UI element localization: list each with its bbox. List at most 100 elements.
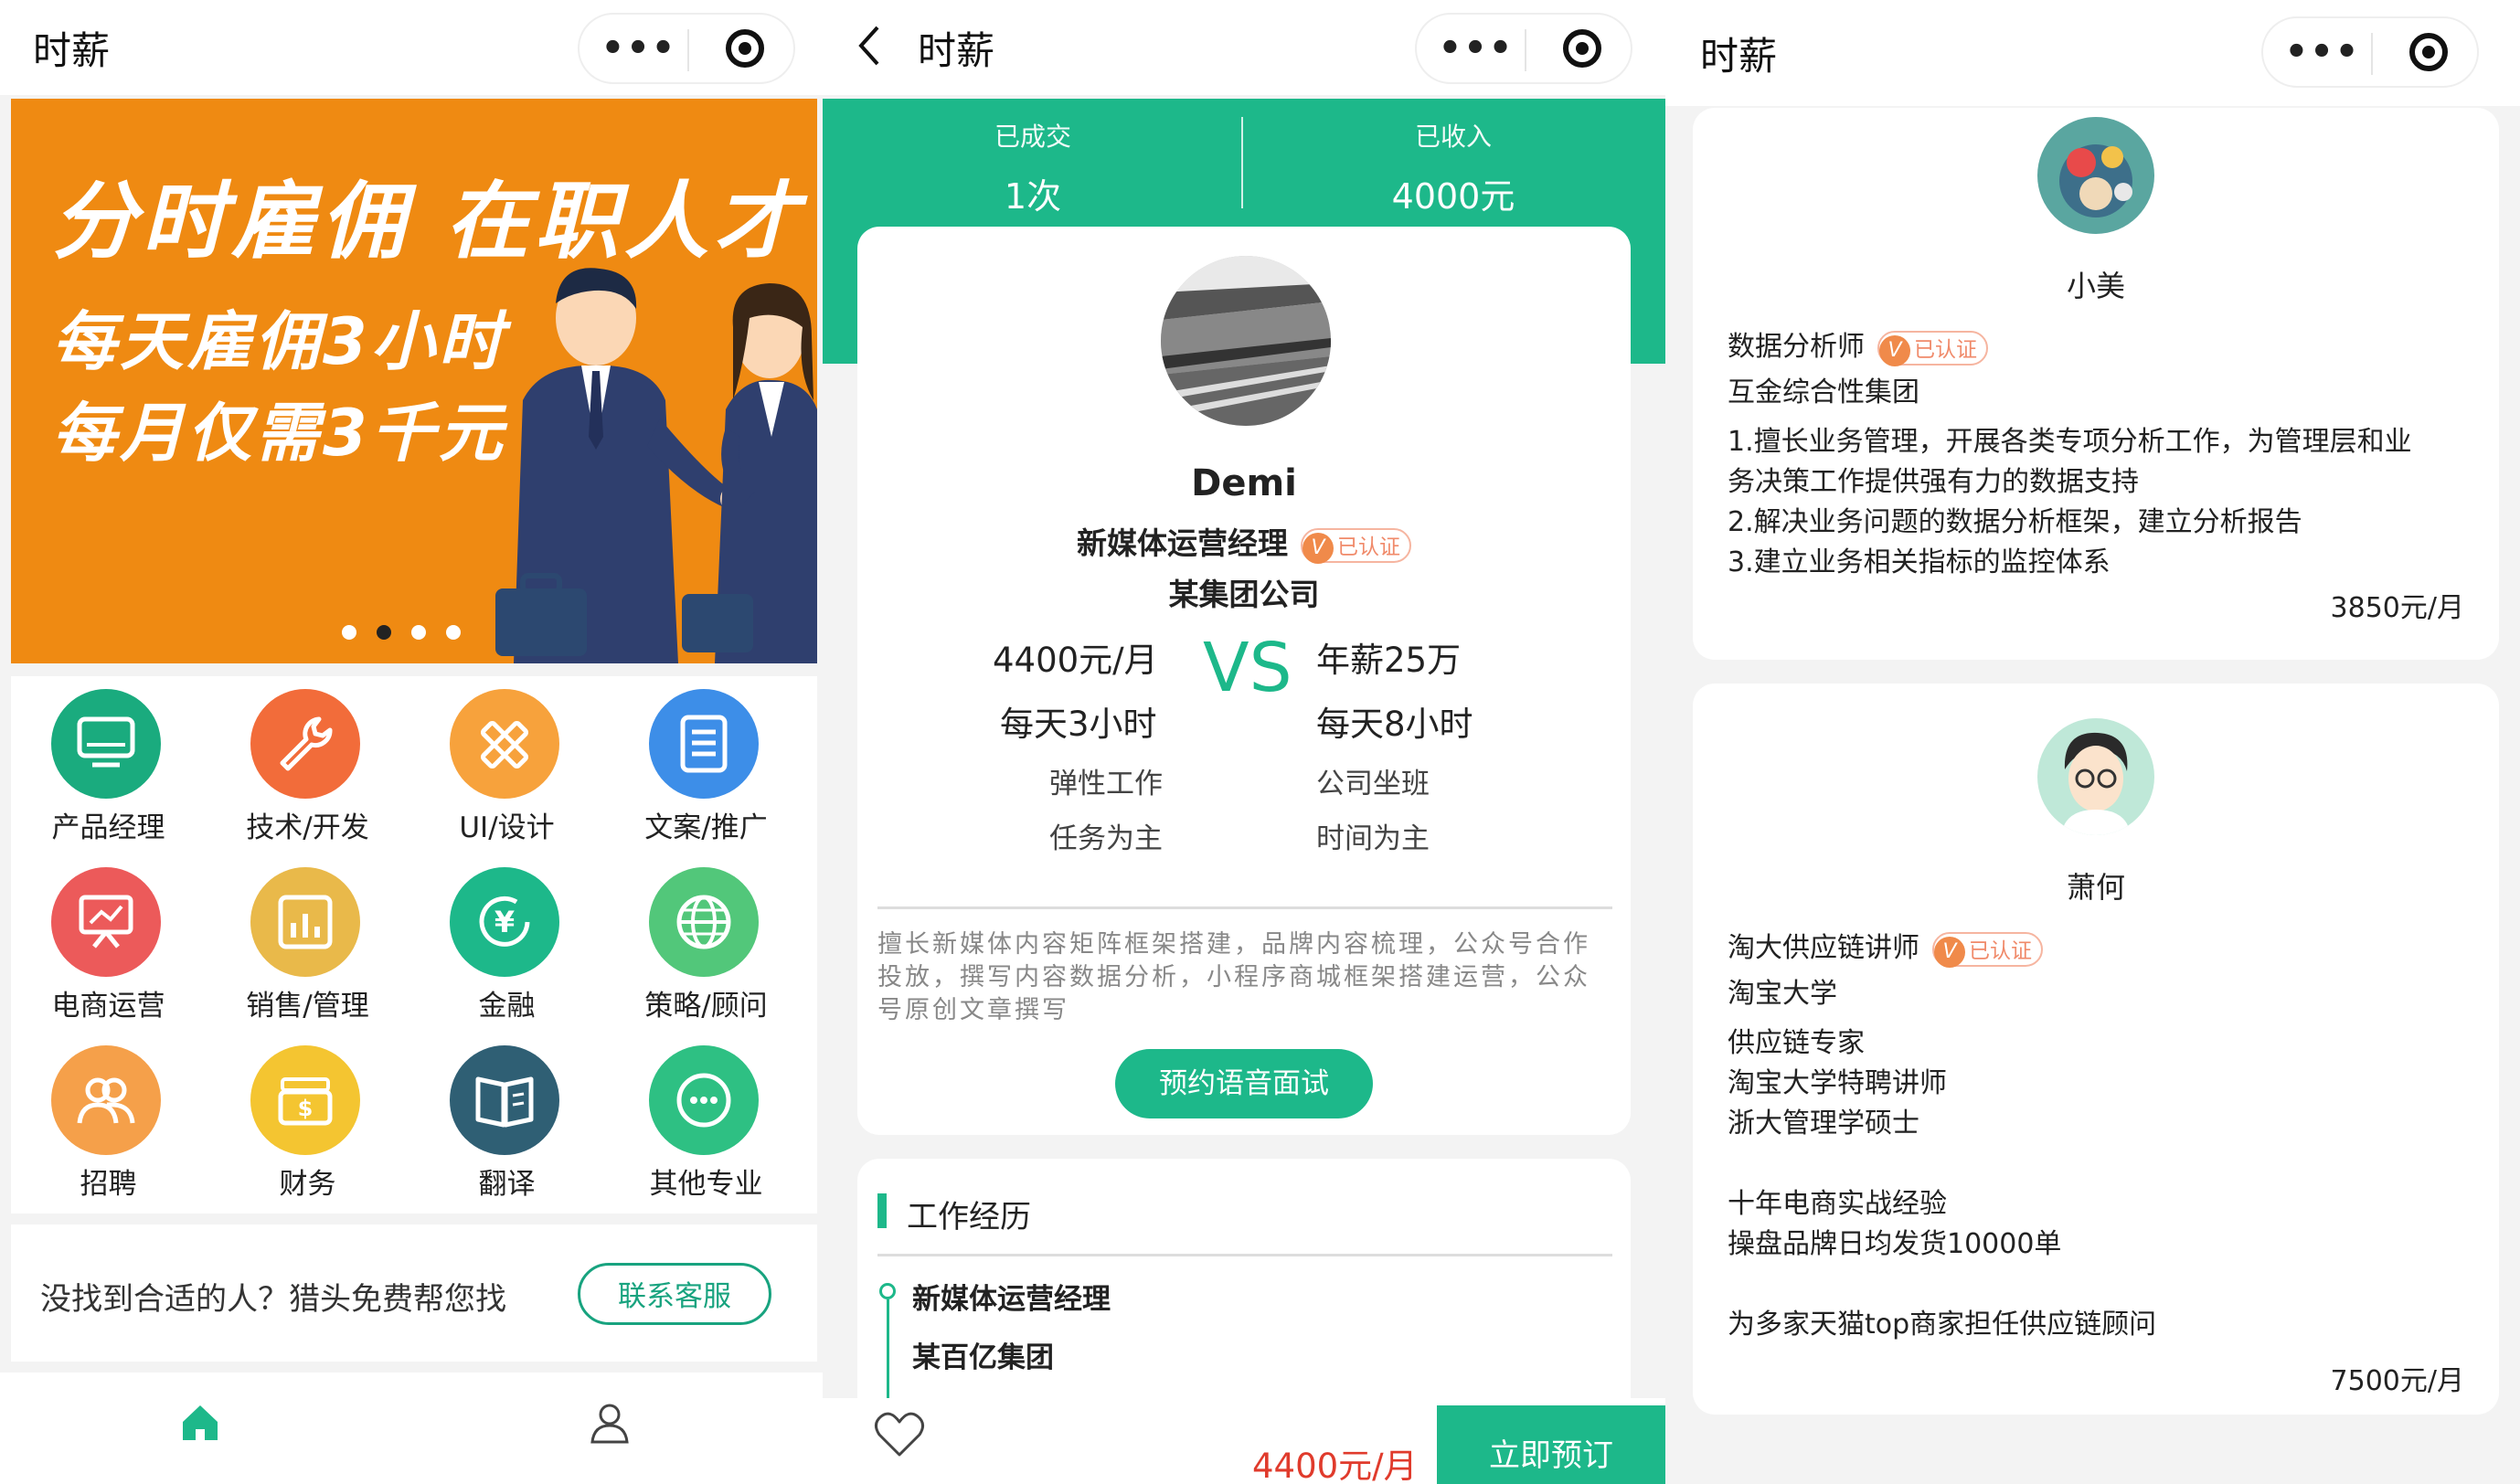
mini-program-capsule[interactable]: ••• <box>578 13 795 84</box>
book-now-button[interactable]: 立即预订 <box>1437 1405 1665 1484</box>
monitor-icon <box>51 689 161 799</box>
book-icon <box>450 1045 559 1155</box>
money-icon: $ <box>250 1045 360 1155</box>
book-voice-interview-button[interactable]: 预约语音面试 <box>1115 1049 1373 1118</box>
talent-title: 数据分析师 <box>1728 331 1865 363</box>
talent-bio-line: 十年电商实战经验 <box>1728 1188 1947 1220</box>
category-tech-dev[interactable]: 技术/开发 <box>214 676 415 850</box>
category-label: UI/设计 <box>459 811 555 844</box>
pencil-ruler-icon <box>450 689 559 799</box>
section-accent-bar <box>877 1193 887 1228</box>
left-pay: 4400元/月 <box>993 641 1158 680</box>
category-sales[interactable]: 销售/管理 <box>214 854 415 1028</box>
handshake-illustration <box>495 268 817 663</box>
heart-icon[interactable] <box>874 1411 925 1458</box>
category-copywriting[interactable]: 文案/推广 <box>612 676 813 850</box>
category-accounting[interactable]: $ 财务 <box>214 1033 415 1206</box>
avatar <box>2037 117 2154 234</box>
verified-label: 已认证 <box>1914 337 1977 362</box>
banner-dot[interactable] <box>446 625 461 640</box>
talent-company: 淘宝大学 <box>1728 978 1837 1010</box>
banner-pagination[interactable] <box>342 625 481 643</box>
capsule-divider <box>1525 29 1526 71</box>
close-target-icon[interactable] <box>1563 29 1601 68</box>
verified-v-icon: V <box>1879 334 1910 366</box>
profile-icon[interactable] <box>589 1402 631 1444</box>
verified-badge: V 已认证 <box>1301 527 1411 564</box>
talent-bio-line: 务决策工作提供强有力的数据支持 <box>1728 466 2139 498</box>
stat-deals: 已成交 1次 <box>823 117 1243 218</box>
banner-subline-2: 每月仅需3千元 <box>52 396 506 471</box>
close-target-icon[interactable] <box>2409 33 2448 71</box>
banner-subline-1: 每天雇佣3小时 <box>52 304 506 379</box>
nav-title: 时薪 <box>918 28 995 73</box>
wrench-icon <box>250 689 360 799</box>
category-ecommerce[interactable]: 电商运营 <box>15 854 216 1028</box>
talent-card[interactable]: 小美 数据分析师 V 已认证 互金综合性集团 1.擅长业务管理，开展各类专项分析工作… <box>1693 108 2499 660</box>
left-hours: 每天3小时 <box>1000 705 1157 744</box>
verified-badge: V 已认证 <box>1932 931 2043 968</box>
more-menu-icon[interactable]: ••• <box>1435 30 1517 68</box>
timeline-dot <box>879 1283 896 1299</box>
category-product-manager[interactable]: 产品经理 <box>15 676 216 850</box>
close-target-icon[interactable] <box>726 29 764 68</box>
category-ui-design[interactable]: UI/设计 <box>413 676 614 850</box>
booking-bar: 4400元/月 立即预订 <box>823 1398 1665 1484</box>
talent-detail-screen: 时薪 ••• 已成交 1次 已收入 4000元 Demi 新媒体运营经理 V 已… <box>823 0 1665 1484</box>
contact-support-button[interactable]: 联系客服 <box>578 1263 771 1325</box>
svg-text:$: $ <box>298 1096 314 1121</box>
talent-bio-line: 供应链专家 <box>1728 1027 1865 1059</box>
tab-bar <box>0 1373 823 1484</box>
banner-dot[interactable] <box>411 625 426 640</box>
avatar <box>1161 256 1331 426</box>
talent-title: 新媒体运营经理 <box>1077 525 1288 561</box>
talent-price: 3850元/月 <box>2330 592 2464 624</box>
mini-program-capsule[interactable]: ••• <box>2261 16 2479 88</box>
work-company: 某百亿集团 <box>912 1341 1054 1374</box>
capsule-divider <box>2371 33 2373 75</box>
category-label: 文案/推广 <box>644 811 768 844</box>
talent-company: 某集团公司 <box>1168 577 1320 612</box>
category-label: 金融 <box>478 990 536 1023</box>
headhunter-text: 没找到合适的人？猎头免费帮您找 <box>40 1281 506 1318</box>
nav-bar: 时薪 ••• <box>823 0 1665 95</box>
more-menu-icon[interactable]: ••• <box>2281 34 2364 71</box>
nav-title: 时薪 <box>1700 34 1778 79</box>
more-menu-icon[interactable]: ••• <box>598 30 680 68</box>
verified-v-icon: V <box>1934 936 1965 968</box>
talent-bio-line: 操盘品牌日均发货10000单 <box>1728 1228 2062 1260</box>
category-label: 电商运营 <box>51 990 165 1023</box>
people-icon <box>51 1045 161 1155</box>
avatar <box>2037 718 2154 835</box>
category-label: 其他专业 <box>649 1168 763 1201</box>
category-translation[interactable]: 翻译 <box>413 1033 614 1206</box>
talent-name: 小美 <box>2066 269 2125 303</box>
banner-dot[interactable] <box>342 625 356 640</box>
left-focus: 任务为主 <box>1049 822 1163 855</box>
talent-title-row: 淘大供应链讲师 V 已认证 <box>1728 925 2043 968</box>
nav-title: 时薪 <box>33 28 111 73</box>
category-recruiting[interactable]: 招聘 <box>15 1033 216 1206</box>
stat-label: 已成交 <box>994 122 1071 152</box>
talent-description: 擅长新媒体内容矩阵框架搭建，品牌内容梳理，公众号合作投放，撰写内容数据分析，小程… <box>877 930 1590 1024</box>
presentation-icon <box>51 867 161 977</box>
left-mode: 弹性工作 <box>1049 768 1163 800</box>
banner-dot-active[interactable] <box>377 625 391 640</box>
promo-banner[interactable]: 分时雇佣 在职人才 每天雇佣3小时 每月仅需3千元 <box>11 99 817 663</box>
category-label: 策略/顾问 <box>644 990 768 1023</box>
right-focus: 时间为主 <box>1316 822 1430 855</box>
talent-card[interactable]: 萧何 淘大供应链讲师 V 已认证 淘宝大学 供应链专家 淘宝大学特聘讲师 浙大管理学… <box>1693 684 2499 1415</box>
talent-bio-line: 2.解决业务问题的数据分析框架，建立分析报告 <box>1728 506 2302 538</box>
talent-bio-line: 为多家天猫top商家担任供应链顾问 <box>1728 1309 2157 1341</box>
category-finance[interactable]: ¥ 金融 <box>413 854 614 1028</box>
work-section-title: 工作经历 <box>907 1199 1031 1235</box>
home-screen: 时薪 ••• 分时雇佣 在职人才 每天雇佣3小时 每月仅需3千元 产品经理 技术… <box>0 0 823 1484</box>
talent-title: 淘大供应链讲师 <box>1728 932 1919 964</box>
divider <box>877 1254 1612 1256</box>
category-other[interactable]: 其他专业 <box>612 1033 813 1206</box>
category-strategy[interactable]: 策略/顾问 <box>612 854 813 1028</box>
talent-company: 互金综合性集团 <box>1728 376 1919 408</box>
back-icon[interactable] <box>856 24 883 68</box>
mini-program-capsule[interactable]: ••• <box>1415 13 1632 84</box>
home-icon[interactable] <box>179 1402 221 1444</box>
